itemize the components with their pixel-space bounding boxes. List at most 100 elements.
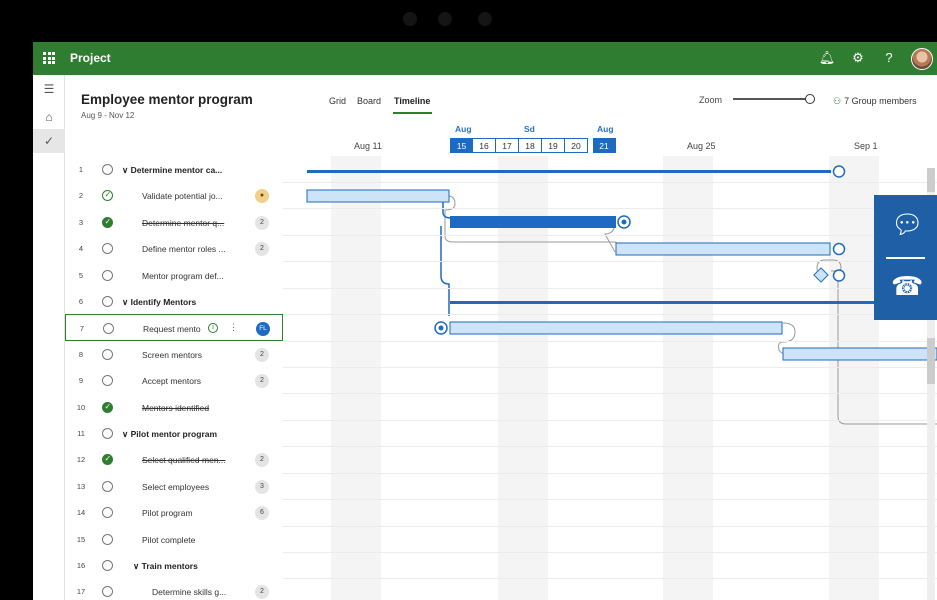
- task-status-circle[interactable]: [102, 190, 113, 202]
- day-cell[interactable]: 19: [542, 138, 565, 153]
- task-row[interactable]: 13 Select employees 3: [65, 473, 283, 499]
- task-name[interactable]: Define mentor roles ...: [142, 244, 242, 254]
- task-status-circle[interactable]: [102, 375, 113, 387]
- zoom-slider-track[interactable]: [733, 98, 809, 100]
- task-status-circle[interactable]: [102, 428, 113, 439]
- task-name[interactable]: Accept mentors: [142, 376, 242, 386]
- task-status-circle[interactable]: [103, 323, 114, 335]
- assignee-avatar[interactable]: FL: [256, 322, 270, 337]
- row-number: 7: [79, 324, 85, 334]
- task-row[interactable]: 17 Determine skills g... 2: [65, 578, 283, 600]
- assignee-count-badge[interactable]: 2: [255, 347, 269, 362]
- home-icon[interactable]: ⌂: [33, 105, 65, 129]
- assignee-count-badge[interactable]: 6: [255, 506, 269, 521]
- phone-icon[interactable]: ☎: [891, 271, 923, 302]
- task-row[interactable]: 1 ∨ Determine mentor ca...: [65, 156, 283, 182]
- task-name[interactable]: ∨ Identify Mentors: [122, 297, 244, 308]
- task-row[interactable]: 16 ∨ Train mentors: [65, 552, 283, 578]
- task-name[interactable]: ∨ Pilot mentor program: [122, 429, 244, 440]
- scrollbar-thumb[interactable]: [927, 338, 935, 384]
- assignee-count-badge[interactable]: 2: [255, 453, 269, 468]
- task-name[interactable]: Screen mentors: [142, 350, 242, 360]
- task-name[interactable]: ∨ Train mentors: [133, 561, 245, 572]
- axis-label-sep1: Sep 1: [854, 141, 878, 151]
- chevron-down-icon[interactable]: ∨: [133, 561, 139, 571]
- zoom-slider-thumb[interactable]: [805, 94, 815, 104]
- day-cell[interactable]: 15: [450, 138, 473, 153]
- chevron-down-icon[interactable]: ∨: [122, 297, 128, 307]
- task-status-circle[interactable]: [102, 243, 113, 255]
- task-status-circle[interactable]: [102, 586, 113, 598]
- day-cell[interactable]: 20: [565, 138, 588, 153]
- chevron-down-icon[interactable]: ∨: [122, 429, 128, 439]
- chevron-down-icon[interactable]: ∨: [122, 165, 128, 175]
- axis-label-aug11: Aug 11: [354, 141, 382, 151]
- task-status-circle[interactable]: [102, 560, 113, 571]
- assignee-count-badge[interactable]: 2: [255, 242, 269, 257]
- task-row[interactable]: 14 Pilot program 6: [65, 499, 283, 525]
- task-name[interactable]: Pilot program: [142, 508, 242, 518]
- task-status-circle[interactable]: [102, 296, 113, 307]
- info-icon[interactable]: i: [208, 323, 218, 334]
- task-name[interactable]: Select employees: [142, 482, 242, 492]
- assignee-count-badge[interactable]: 2: [255, 585, 269, 600]
- task-row[interactable]: 12 Select qualified men... 2: [65, 446, 283, 472]
- task-name[interactable]: Select qualified men...: [142, 455, 242, 465]
- assignee-count-badge[interactable]: 2: [255, 374, 269, 389]
- group-members-button[interactable]: ⚇ 7 Group members: [833, 96, 917, 107]
- task-name[interactable]: ∨ Determine mentor ca...: [122, 165, 244, 176]
- day-cell[interactable]: 21: [593, 138, 616, 153]
- task-name[interactable]: Mentor program def...: [142, 271, 242, 281]
- task-status-circle[interactable]: [102, 454, 113, 466]
- help-icon[interactable]: ?: [880, 50, 898, 65]
- task-row[interactable]: 9 Accept mentors 2: [65, 367, 283, 393]
- assignee-avatar[interactable]: ●: [255, 189, 269, 204]
- task-row[interactable]: 11 ∨ Pilot mentor program: [65, 420, 283, 446]
- task-row[interactable]: 8 Screen mentors 2: [65, 341, 283, 367]
- day-cell[interactable]: 16: [473, 138, 496, 153]
- task-name[interactable]: Pilot complete: [142, 535, 242, 545]
- tasks-check-icon[interactable]: ✓: [33, 129, 65, 153]
- assignee-count-badge[interactable]: 3: [255, 479, 269, 494]
- task-status-circle[interactable]: [102, 533, 113, 545]
- task-status-circle[interactable]: [102, 216, 113, 228]
- task-name[interactable]: Determine skills g...: [152, 587, 244, 597]
- task-status-circle[interactable]: [102, 507, 113, 519]
- contact-side-panel: 💬︎ ☎: [874, 195, 937, 320]
- bell-icon[interactable]: 🔔︎: [818, 50, 836, 66]
- scrollbar-thumb[interactable]: [927, 168, 935, 192]
- task-status-circle[interactable]: [102, 401, 113, 413]
- row-number: 3: [78, 217, 84, 227]
- zoom-label: Zoom: [699, 95, 723, 105]
- task-status-circle[interactable]: [102, 348, 113, 360]
- task-row[interactable]: 4 Define mentor roles ... 2: [65, 235, 283, 261]
- task-name[interactable]: Validate potential jo...: [142, 191, 242, 201]
- task-name[interactable]: Mentors identified: [142, 403, 242, 413]
- task-row[interactable]: 2 Validate potential jo... ●: [65, 182, 283, 208]
- task-row-selected[interactable]: 7 Request mento i ⋮ FL: [65, 314, 283, 341]
- row-number: 9: [78, 376, 84, 386]
- task-row[interactable]: 5 Mentor program def...: [65, 262, 283, 288]
- task-name[interactable]: Determine mentor q...: [142, 218, 242, 228]
- task-status-circle[interactable]: [102, 269, 113, 281]
- task-row[interactable]: 6 ∨ Identify Mentors: [65, 288, 283, 314]
- day-cell[interactable]: 17: [496, 138, 519, 153]
- task-status-circle[interactable]: [102, 480, 113, 492]
- task-status-circle[interactable]: [102, 164, 113, 175]
- tab-grid[interactable]: Grid: [329, 96, 346, 106]
- task-row[interactable]: 10 Mentors identified: [65, 394, 283, 420]
- row-divider: [283, 288, 937, 289]
- more-options-icon[interactable]: ⋮: [229, 322, 238, 333]
- task-row[interactable]: 15 Pilot complete: [65, 526, 283, 552]
- day-cell[interactable]: 18: [519, 138, 542, 153]
- chat-icon[interactable]: 💬︎: [891, 209, 924, 240]
- app-launcher-icon[interactable]: [43, 52, 55, 64]
- tab-timeline[interactable]: Timeline: [394, 96, 430, 106]
- task-name[interactable]: Request mento: [143, 324, 205, 334]
- tab-board[interactable]: Board: [357, 96, 381, 106]
- task-row[interactable]: 3 Determine mentor q... 2: [65, 209, 283, 235]
- menu-icon[interactable]: ☰: [33, 77, 65, 101]
- gear-icon[interactable]: ⚙: [849, 50, 867, 66]
- assignee-count-badge[interactable]: 2: [255, 215, 269, 230]
- user-avatar[interactable]: [911, 48, 933, 70]
